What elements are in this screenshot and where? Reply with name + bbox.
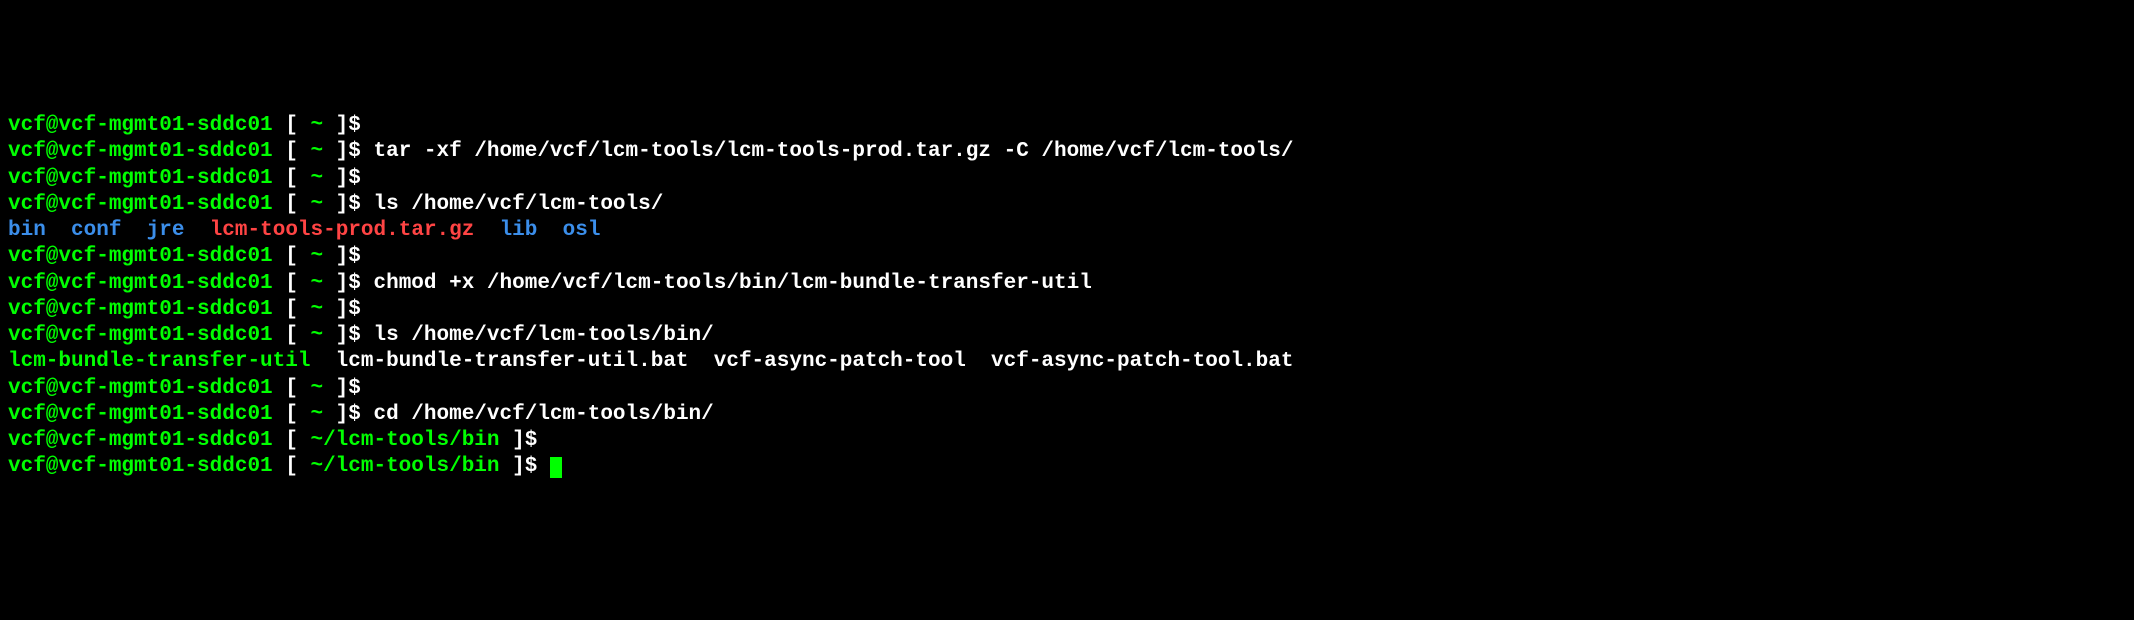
prompt-bracket: [ [273,429,311,452]
prompt-user-host: vcf@vcf-mgmt01-sddc01 [8,455,273,478]
prompt-end: ]$ [323,193,361,216]
file-name: vcf-async-patch-tool [714,350,966,373]
dir-name: lib [500,219,538,242]
prompt-cwd: ~ [310,377,323,400]
prompt-end: ]$ [323,324,361,347]
prompt-end: ]$ [323,140,361,163]
prompt-bracket: [ [273,167,311,190]
terminal-line: vcf@vcf-mgmt01-sddc01 [ ~ ]$ ls /home/vc… [8,323,2126,349]
prompt-user-host: vcf@vcf-mgmt01-sddc01 [8,377,273,400]
prompt-end: ]$ [323,114,361,137]
prompt-cwd: ~ [310,298,323,321]
prompt-user-host: vcf@vcf-mgmt01-sddc01 [8,429,273,452]
prompt-end: ]$ [323,167,361,190]
prompt-cwd: ~/lcm-tools/bin [310,455,499,478]
terminal-line: vcf@vcf-mgmt01-sddc01 [ ~ ]$ ls /home/vc… [8,192,2126,218]
prompt-cwd: ~ [310,403,323,426]
terminal-line: vcf@vcf-mgmt01-sddc01 [ ~/lcm-tools/bin … [8,454,2126,480]
archive-name: lcm-tools-prod.tar.gz [210,219,475,242]
terminal-line: vcf@vcf-mgmt01-sddc01 [ ~ ]$ [8,297,2126,323]
dir-name: jre [147,219,185,242]
prompt-cwd: ~/lcm-tools/bin [310,429,499,452]
terminal-line: vcf@vcf-mgmt01-sddc01 [ ~ ]$ tar -xf /ho… [8,139,2126,165]
file-name: vcf-async-patch-tool.bat [991,350,1293,373]
terminal-output[interactable]: vcf@vcf-mgmt01-sddc01 [ ~ ]$vcf@vcf-mgmt… [8,113,2126,481]
prompt-user-host: vcf@vcf-mgmt01-sddc01 [8,403,273,426]
terminal-line: vcf@vcf-mgmt01-sddc01 [ ~ ]$ [8,244,2126,270]
command-text: tar -xf /home/vcf/lcm-tools/lcm-tools-pr… [361,140,1294,163]
prompt-cwd: ~ [310,114,323,137]
prompt-end: ]$ [500,455,538,478]
terminal-line: vcf@vcf-mgmt01-sddc01 [ ~ ]$ [8,376,2126,402]
prompt-bracket: [ [273,455,311,478]
prompt-end: ]$ [323,272,361,295]
prompt-user-host: vcf@vcf-mgmt01-sddc01 [8,167,273,190]
ls-output: bin conf jre lcm-tools-prod.tar.gz lib o… [8,218,2126,244]
command-text: cd /home/vcf/lcm-tools/bin/ [361,403,714,426]
prompt-cwd: ~ [310,193,323,216]
prompt-end: ]$ [323,298,361,321]
prompt-user-host: vcf@vcf-mgmt01-sddc01 [8,298,273,321]
ls-output: lcm-bundle-transfer-util lcm-bundle-tran… [8,349,2126,375]
prompt-bracket: [ [273,140,311,163]
prompt-end: ]$ [323,245,361,268]
prompt-bracket: [ [273,298,311,321]
command-text: ls /home/vcf/lcm-tools/ [361,193,663,216]
terminal-line: vcf@vcf-mgmt01-sddc01 [ ~/lcm-tools/bin … [8,428,2126,454]
prompt-user-host: vcf@vcf-mgmt01-sddc01 [8,193,273,216]
prompt-bracket: [ [273,114,311,137]
terminal-line: vcf@vcf-mgmt01-sddc01 [ ~ ]$ cd /home/vc… [8,402,2126,428]
prompt-user-host: vcf@vcf-mgmt01-sddc01 [8,324,273,347]
prompt-bracket: [ [273,377,311,400]
prompt-bracket: [ [273,324,311,347]
prompt-cwd: ~ [310,272,323,295]
command-text: chmod +x /home/vcf/lcm-tools/bin/lcm-bun… [361,272,1092,295]
prompt-cwd: ~ [310,324,323,347]
terminal-line: vcf@vcf-mgmt01-sddc01 [ ~ ]$ chmod +x /h… [8,271,2126,297]
prompt-user-host: vcf@vcf-mgmt01-sddc01 [8,272,273,295]
prompt-bracket: [ [273,193,311,216]
prompt-end: ]$ [323,377,361,400]
prompt-end: ]$ [500,429,538,452]
prompt-cwd: ~ [310,140,323,163]
dir-name: osl [563,219,601,242]
dir-name: bin [8,219,46,242]
terminal-line: vcf@vcf-mgmt01-sddc01 [ ~ ]$ [8,113,2126,139]
dir-name: conf [71,219,121,242]
prompt-user-host: vcf@vcf-mgmt01-sddc01 [8,114,273,137]
command-text: ls /home/vcf/lcm-tools/bin/ [361,324,714,347]
prompt-user-host: vcf@vcf-mgmt01-sddc01 [8,245,273,268]
prompt-cwd: ~ [310,245,323,268]
prompt-user-host: vcf@vcf-mgmt01-sddc01 [8,140,273,163]
prompt-bracket: [ [273,272,311,295]
prompt-bracket: [ [273,403,311,426]
executable-name: lcm-bundle-transfer-util [8,350,310,373]
prompt-end: ]$ [323,403,361,426]
cursor [550,457,562,478]
file-name: lcm-bundle-transfer-util.bat [336,350,689,373]
terminal-line: vcf@vcf-mgmt01-sddc01 [ ~ ]$ [8,166,2126,192]
prompt-cwd: ~ [310,167,323,190]
prompt-bracket: [ [273,245,311,268]
